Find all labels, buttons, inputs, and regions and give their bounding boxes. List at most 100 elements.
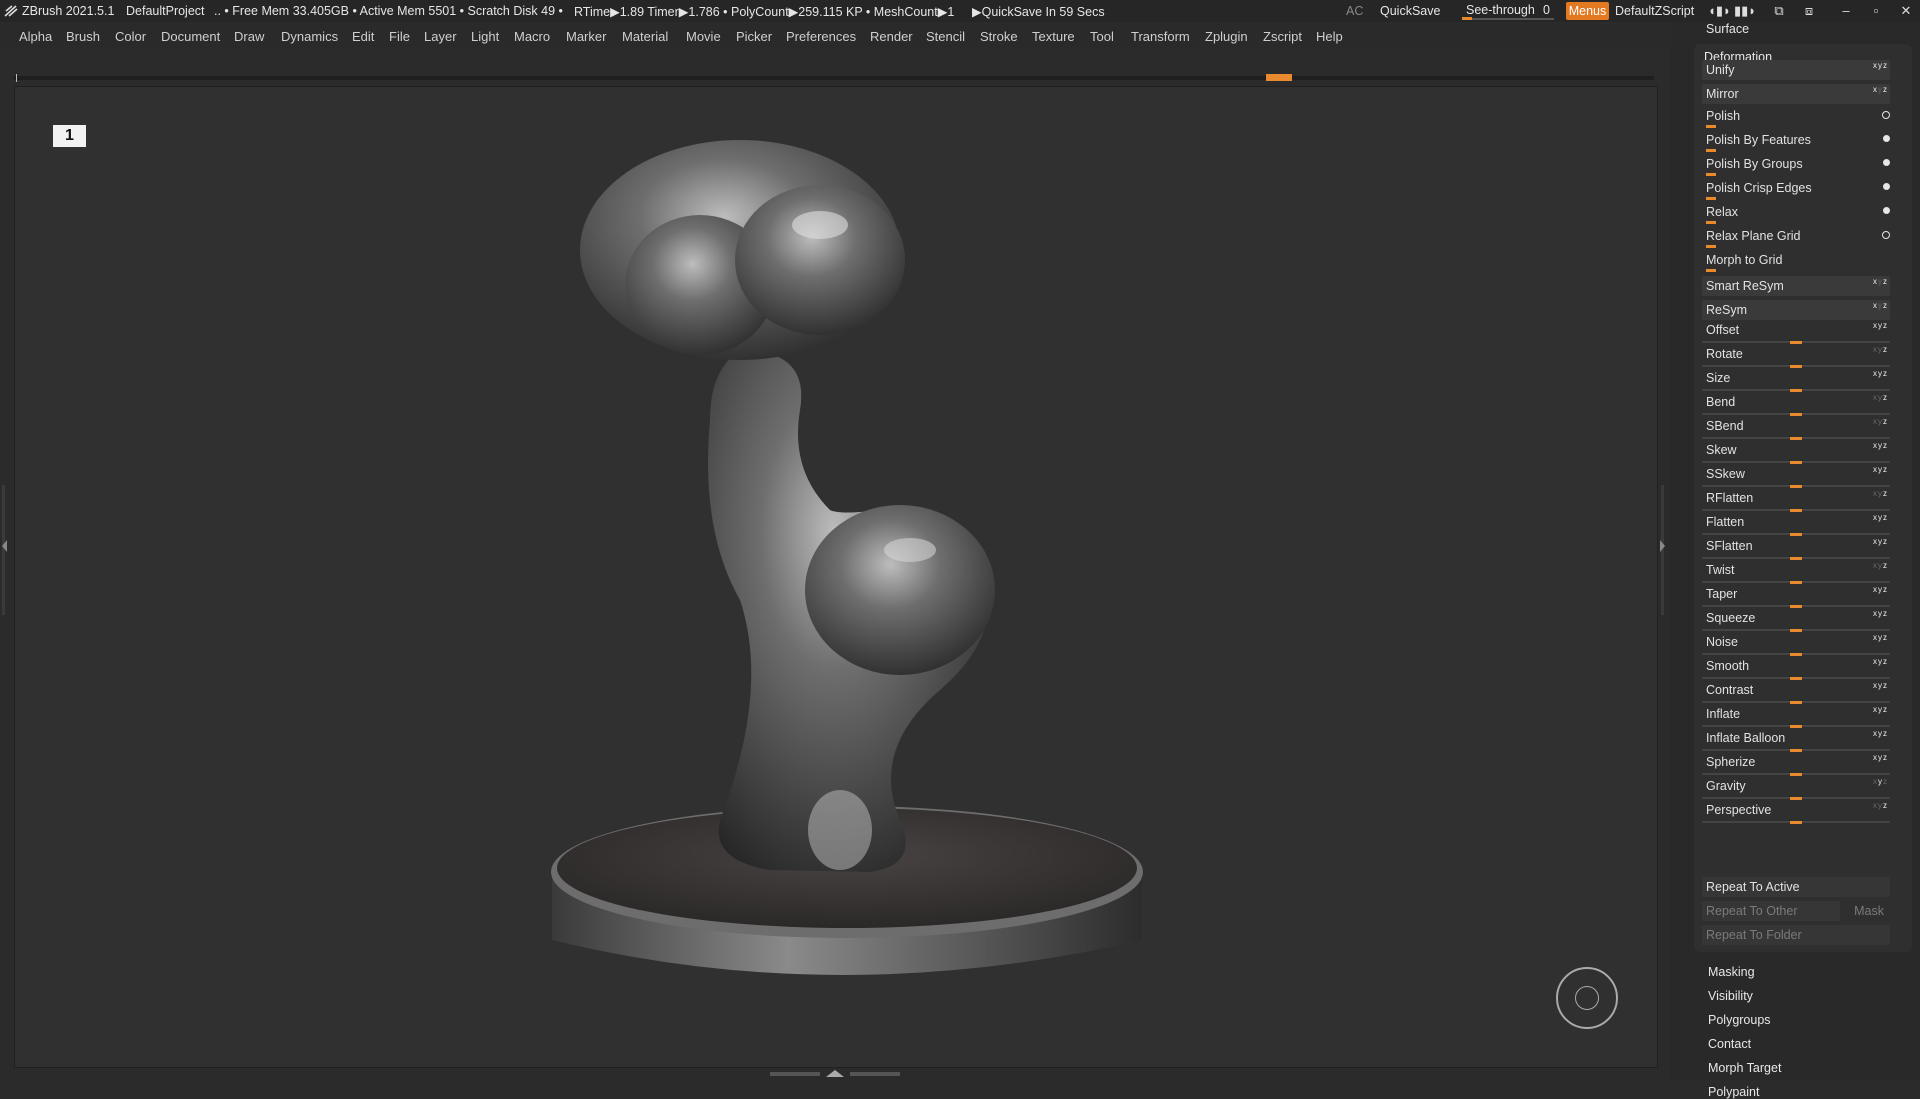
visibility-subpalette[interactable]: Visibility: [1708, 989, 1753, 1003]
taper-axis-toggles-icon[interactable]: xyz: [1873, 585, 1888, 594]
flatten-axis-toggles-icon[interactable]: xyz: [1873, 513, 1888, 522]
resym-button[interactable]: ReSym xyz: [1702, 300, 1890, 322]
inflate-balloon-axis-toggles-icon[interactable]: xyz: [1873, 729, 1888, 738]
polish-crisp-edges-button[interactable]: Polish Crisp Edges: [1702, 178, 1890, 200]
relax-plane-grid-button[interactable]: Relax Plane Grid: [1702, 226, 1890, 248]
sskew-slider[interactable]: SSkew xyz: [1702, 465, 1890, 488]
project-name[interactable]: DefaultProject: [126, 4, 205, 18]
menu-document[interactable]: Document: [161, 29, 220, 44]
noise-slider[interactable]: Noise xyz: [1702, 633, 1890, 656]
rflatten-knob[interactable]: [1790, 509, 1802, 512]
squeeze-axis-toggles-icon[interactable]: xyz: [1873, 609, 1888, 618]
offset-axis-toggles-icon[interactable]: xyz: [1873, 321, 1888, 330]
menu-preferences[interactable]: Preferences: [786, 29, 856, 44]
mask-button[interactable]: Mask: [1844, 901, 1890, 921]
flatten-knob[interactable]: [1790, 533, 1802, 536]
menu-texture[interactable]: Texture: [1032, 29, 1075, 44]
spherize-axis-toggles-icon[interactable]: xyz: [1873, 753, 1888, 762]
size-knob[interactable]: [1790, 389, 1802, 392]
smooth-slider[interactable]: Smooth xyz: [1702, 657, 1890, 680]
morph-target-subpalette[interactable]: Morph Target: [1708, 1061, 1781, 1075]
view-badge-icon[interactable]: 1: [53, 125, 86, 147]
rflatten-slider[interactable]: RFlatten xyz: [1702, 489, 1890, 512]
repeat-to-folder-button[interactable]: Repeat To Folder: [1702, 925, 1890, 945]
maximize-icon[interactable]: ▫: [1868, 3, 1884, 19]
sflatten-slider[interactable]: SFlatten xyz: [1702, 537, 1890, 560]
menu-edit[interactable]: Edit: [352, 29, 374, 44]
morph-to-grid-strength-bar[interactable]: [1706, 269, 1716, 272]
sculpt-model[interactable]: [540, 130, 1160, 1010]
bend-knob[interactable]: [1790, 413, 1802, 416]
relax-strength-bar[interactable]: [1706, 221, 1716, 224]
polish-crisp-edges-mode-icon[interactable]: [1883, 183, 1890, 190]
restore-layout-icon[interactable]: ⧉: [1770, 3, 1788, 19]
offset-slider[interactable]: Offset xyz: [1702, 321, 1890, 344]
relax-plane-grid-strength-bar[interactable]: [1706, 245, 1716, 248]
mirror-button[interactable]: Mirror xyz: [1702, 84, 1890, 106]
menu-file[interactable]: File: [389, 29, 410, 44]
polish-by-features-strength-bar[interactable]: [1706, 149, 1716, 152]
contrast-axis-toggles-icon[interactable]: xyz: [1873, 681, 1888, 690]
navigation-gizmo[interactable]: [1556, 967, 1618, 1029]
menu-zscript[interactable]: Zscript: [1263, 29, 1302, 44]
repeat-to-other-button[interactable]: Repeat To Other: [1702, 901, 1840, 921]
smooth-knob[interactable]: [1790, 677, 1802, 680]
right-tray-toggle-icon[interactable]: [1658, 485, 1667, 615]
sbend-knob[interactable]: [1790, 437, 1802, 440]
menu-tool[interactable]: Tool: [1090, 29, 1114, 44]
menu-render[interactable]: Render: [870, 29, 913, 44]
left-tray-toggle-icon[interactable]: [0, 485, 9, 615]
smart-resym-axis-toggles-icon[interactable]: xyz: [1873, 277, 1888, 286]
noise-knob[interactable]: [1790, 653, 1802, 656]
resym-axis-toggles-icon[interactable]: xyz: [1873, 301, 1888, 310]
polypaint-subpalette[interactable]: Polypaint: [1708, 1085, 1759, 1099]
sflatten-knob[interactable]: [1790, 557, 1802, 560]
mirror-axis-toggles-icon[interactable]: xyz: [1873, 85, 1888, 94]
twist-knob[interactable]: [1790, 581, 1802, 584]
skew-slider[interactable]: Skew xyz: [1702, 441, 1890, 464]
menu-alpha[interactable]: Alpha: [19, 29, 52, 44]
polish-by-groups-strength-bar[interactable]: [1706, 173, 1716, 176]
rotate-axis-toggles-icon[interactable]: xyz: [1873, 345, 1888, 354]
menu-material[interactable]: Material: [622, 29, 668, 44]
squeeze-slider[interactable]: Squeeze xyz: [1702, 609, 1890, 632]
menu-movie[interactable]: Movie: [686, 29, 721, 44]
menu-help[interactable]: Help: [1316, 29, 1343, 44]
gravity-knob[interactable]: [1790, 797, 1802, 800]
relax-button[interactable]: Relax: [1702, 202, 1890, 224]
menu-picker[interactable]: Picker: [736, 29, 772, 44]
timeline-strip[interactable]: [14, 72, 1654, 82]
gravity-axis-toggles-icon[interactable]: xyz: [1873, 777, 1888, 786]
polygroups-subpalette[interactable]: Polygroups: [1708, 1013, 1771, 1027]
bottom-tray-toggle-icon[interactable]: [770, 1069, 900, 1079]
default-script-button[interactable]: DefaultZScript: [1615, 4, 1694, 18]
size-slider[interactable]: Size xyz: [1702, 369, 1890, 392]
inflate-knob[interactable]: [1790, 725, 1802, 728]
perspective-knob[interactable]: [1790, 821, 1802, 824]
contact-subpalette[interactable]: Contact: [1708, 1037, 1751, 1051]
bend-slider[interactable]: Bend xyz: [1702, 393, 1890, 416]
menu-zplugin[interactable]: Zplugin: [1205, 29, 1248, 44]
timeline-marker[interactable]: [1266, 74, 1292, 81]
surface-subpalette[interactable]: Surface: [1706, 22, 1749, 36]
sskew-axis-toggles-icon[interactable]: xyz: [1873, 465, 1888, 474]
perspective-slider[interactable]: Perspective xyz: [1702, 801, 1890, 824]
polish-mode-icon[interactable]: [1882, 111, 1890, 119]
relax-mode-icon[interactable]: [1883, 207, 1890, 214]
ac-indicator[interactable]: AC: [1346, 4, 1363, 18]
smooth-axis-toggles-icon[interactable]: xyz: [1873, 657, 1888, 666]
skew-axis-toggles-icon[interactable]: xyz: [1873, 441, 1888, 450]
menu-brush[interactable]: Brush: [66, 29, 100, 44]
smart-resym-button[interactable]: Smart ReSym xyz: [1702, 276, 1890, 298]
polish-by-groups-mode-icon[interactable]: [1883, 159, 1890, 166]
repeat-to-active-button[interactable]: Repeat To Active: [1702, 877, 1890, 897]
contrast-knob[interactable]: [1790, 701, 1802, 704]
inflate-balloon-slider[interactable]: Inflate Balloon xyz: [1702, 729, 1890, 752]
rotate-slider[interactable]: Rotate xyz: [1702, 345, 1890, 368]
polish-by-features-button[interactable]: Polish By Features: [1702, 130, 1890, 152]
ui-save-icon[interactable]: ⧈: [1800, 3, 1818, 19]
polish-strength-bar[interactable]: [1706, 125, 1716, 128]
inflate-axis-toggles-icon[interactable]: xyz: [1873, 705, 1888, 714]
menus-toggle-button[interactable]: Menus: [1566, 2, 1609, 20]
inflate-slider[interactable]: Inflate xyz: [1702, 705, 1890, 728]
